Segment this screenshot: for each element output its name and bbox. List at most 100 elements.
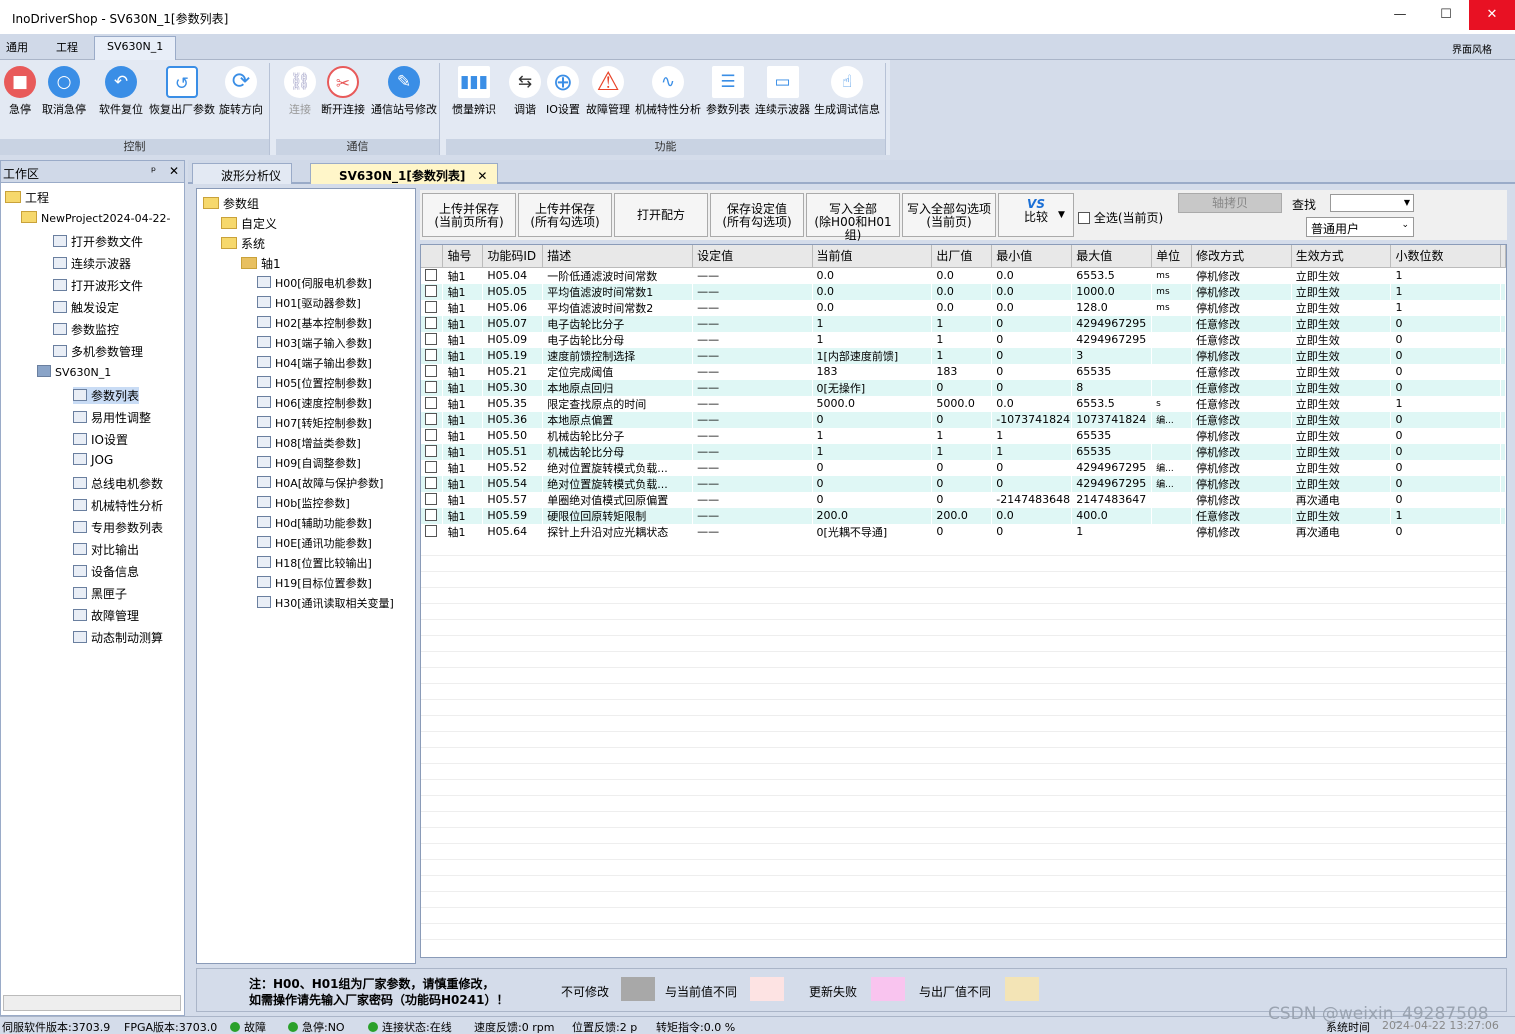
checkbox-icon[interactable] [425, 493, 437, 505]
checkbox-icon[interactable] [425, 349, 437, 361]
table-cell[interactable]: 0.0 [812, 267, 933, 284]
workspace-item[interactable]: 触发设定 [53, 299, 119, 316]
param-group-item[interactable]: H00[伺服电机参数] [257, 275, 372, 291]
workspace-item[interactable]: 连续示波器 [53, 255, 131, 272]
workspace-item[interactable]: 多机参数管理 [53, 343, 143, 360]
device-item[interactable]: 机械特性分析 [73, 497, 163, 514]
write-all-button[interactable]: 写入全部 (除H00和H01组) [806, 193, 900, 242]
table-cell[interactable]: 200.0 [812, 507, 933, 524]
device-item[interactable]: 故障管理 [73, 607, 139, 624]
device-item[interactable]: 专用参数列表 [73, 519, 163, 536]
checkbox-icon[interactable] [425, 381, 437, 393]
station-edit-button[interactable]: ✎ 通信站号修改 [371, 66, 437, 117]
row-checkbox-cell[interactable] [421, 411, 444, 428]
soft-reset-button[interactable]: ↶ 软件复位 [99, 66, 143, 117]
column-header[interactable] [421, 245, 444, 268]
table-row[interactable]: 轴1 H05.52 绝对位置旋转模式负载... —— 0 0 0 4294967295 编...… [421, 459, 1506, 476]
column-header[interactable]: 单位 [1151, 245, 1193, 268]
checkbox-icon[interactable] [425, 333, 437, 345]
checkbox-icon[interactable] [425, 285, 437, 297]
checkbox-icon[interactable] [425, 525, 437, 537]
table-cell[interactable]: 1 [812, 315, 933, 332]
checkbox-icon[interactable] [425, 461, 437, 473]
param-group-item[interactable]: H01[驱动器参数] [257, 295, 361, 311]
group-root[interactable]: 参数组 [223, 197, 259, 211]
pin-icon[interactable]: ᵖ [151, 164, 156, 178]
table-cell[interactable]: 1 [812, 331, 933, 348]
table-row[interactable]: 轴1 H05.59 硬限位回原转矩限制 —— 200.0 200.0 0.0 400.0 任意修… [421, 507, 1506, 524]
device-item[interactable]: 设备信息 [73, 563, 139, 580]
row-checkbox-cell[interactable] [421, 395, 444, 412]
save-settings-button[interactable]: 保存设定值 (所有勾选项) [710, 193, 804, 237]
param-group-item[interactable]: H0d[辅助功能参数] [257, 515, 372, 531]
estop-button[interactable]: ■ 急停 [4, 66, 36, 117]
column-header[interactable]: 修改方式 [1191, 245, 1292, 268]
checkbox-icon[interactable] [425, 477, 437, 489]
debug-info-button[interactable]: ☝ 生成调试信息 [814, 66, 880, 117]
chevron-down-icon[interactable]: ▼ [1058, 210, 1065, 220]
device-item[interactable]: 对比输出 [73, 541, 139, 558]
table-row[interactable]: 轴1 H05.57 单圈绝对值模式回原偏置 —— 0 0 -2147483648 214748… [421, 491, 1506, 508]
table-cell[interactable]: 0 [812, 411, 933, 428]
minimize-button[interactable]: — [1377, 0, 1423, 30]
param-group-item[interactable]: H02[基本控制参数] [257, 315, 372, 331]
menu-tab-general[interactable]: 通用 [6, 39, 28, 55]
select-all-checkbox[interactable]: 全选(当前页) [1078, 209, 1163, 226]
workspace-item[interactable]: 参数监控 [53, 321, 119, 338]
tree-root-project[interactable]: 工程 [25, 191, 49, 205]
table-cell[interactable]: 0.0 [812, 299, 933, 316]
table-row[interactable]: 轴1 H05.06 平均值滤波时间常数2 —— 0.0 0.0 0.0 128.0 ms 停机修改… [421, 299, 1506, 316]
table-row[interactable]: 轴1 H05.50 机械齿轮比分子 —— 1 1 1 65535 停机修改 立即生效 0 [421, 427, 1506, 444]
column-header[interactable]: 小数位数 [1390, 245, 1501, 268]
checkbox-icon[interactable] [425, 429, 437, 441]
table-cell[interactable]: 0[无操作] [812, 379, 933, 396]
param-group-item[interactable]: H18[位置比较输出] [257, 555, 372, 571]
column-header[interactable]: 出厂值 [931, 245, 993, 268]
device-item[interactable]: 动态制动测算 [73, 629, 163, 646]
tree-project-name[interactable]: NewProject2024-04-22- [41, 212, 171, 225]
column-header[interactable]: 轴号 [442, 245, 484, 268]
menu-tab-device[interactable]: SV630N_1 [94, 36, 177, 60]
table-row[interactable]: 轴1 H05.54 绝对位置旋转模式负载... —— 0 0 0 4294967295 编...… [421, 475, 1506, 492]
checkbox-icon[interactable] [425, 509, 437, 521]
table-row[interactable]: 轴1 H05.35 限定查找原点的时间 —— 5000.0 5000.0 0.0 6553.5… [421, 395, 1506, 412]
tuning-button[interactable]: ⇆ 调谐 [509, 66, 541, 117]
row-checkbox-cell[interactable] [421, 299, 444, 316]
row-checkbox-cell[interactable] [421, 363, 444, 380]
param-group-item[interactable]: H0A[故障与保护参数] [257, 475, 383, 491]
column-header[interactable]: 设定值 [692, 245, 813, 268]
workspace-item[interactable]: 打开参数文件 [53, 233, 143, 250]
device-item[interactable]: 易用性调整 [73, 409, 151, 426]
row-checkbox-cell[interactable] [421, 507, 444, 524]
scope-button[interactable]: ▭ 连续示波器 [755, 66, 810, 117]
close-button[interactable]: ✕ [1469, 0, 1515, 30]
table-cell[interactable]: 5000.0 [812, 395, 933, 412]
row-checkbox-cell[interactable] [421, 331, 444, 348]
param-group-item[interactable]: H09[自调整参数] [257, 455, 361, 471]
checkbox-icon[interactable] [425, 301, 437, 313]
table-cell[interactable]: 1[内部速度前馈] [812, 347, 933, 364]
upload-save-checked-button[interactable]: 上传并保存 (所有勾选项) [518, 193, 612, 237]
param-group-item[interactable]: H05[位置控制参数] [257, 375, 372, 391]
write-checked-button[interactable]: 写入全部勾选项 (当前页) [902, 193, 996, 237]
param-group-item[interactable]: H06[速度控制参数] [257, 395, 372, 411]
connect-button[interactable]: ⛓ 连接 [284, 66, 316, 117]
row-checkbox-cell[interactable] [421, 491, 444, 508]
param-group-item[interactable]: H0E[通讯功能参数] [257, 535, 372, 551]
row-checkbox-cell[interactable] [421, 267, 444, 284]
row-checkbox-cell[interactable] [421, 459, 444, 476]
param-group-item[interactable]: H08[增益类参数] [257, 435, 361, 451]
group-axis1[interactable]: 轴1 [261, 257, 281, 271]
upload-save-page-button[interactable]: 上传并保存 (当前页所有) [422, 193, 516, 237]
panel-close-icon[interactable]: ✕ [169, 164, 179, 178]
row-checkbox-cell[interactable] [421, 443, 444, 460]
param-list-button[interactable]: ☰ 参数列表 [706, 66, 750, 117]
row-checkbox-cell[interactable] [421, 315, 444, 332]
table-cell[interactable]: 0.0 [812, 283, 933, 300]
menu-tab-project[interactable]: 工程 [56, 39, 78, 55]
checkbox-icon[interactable] [425, 413, 437, 425]
checkbox-icon[interactable] [425, 269, 437, 281]
device-item[interactable]: 总线电机参数 [73, 475, 163, 492]
device-item[interactable]: IO设置 [73, 431, 128, 448]
ui-style-menu[interactable]: 界面风格 [1452, 41, 1492, 56]
